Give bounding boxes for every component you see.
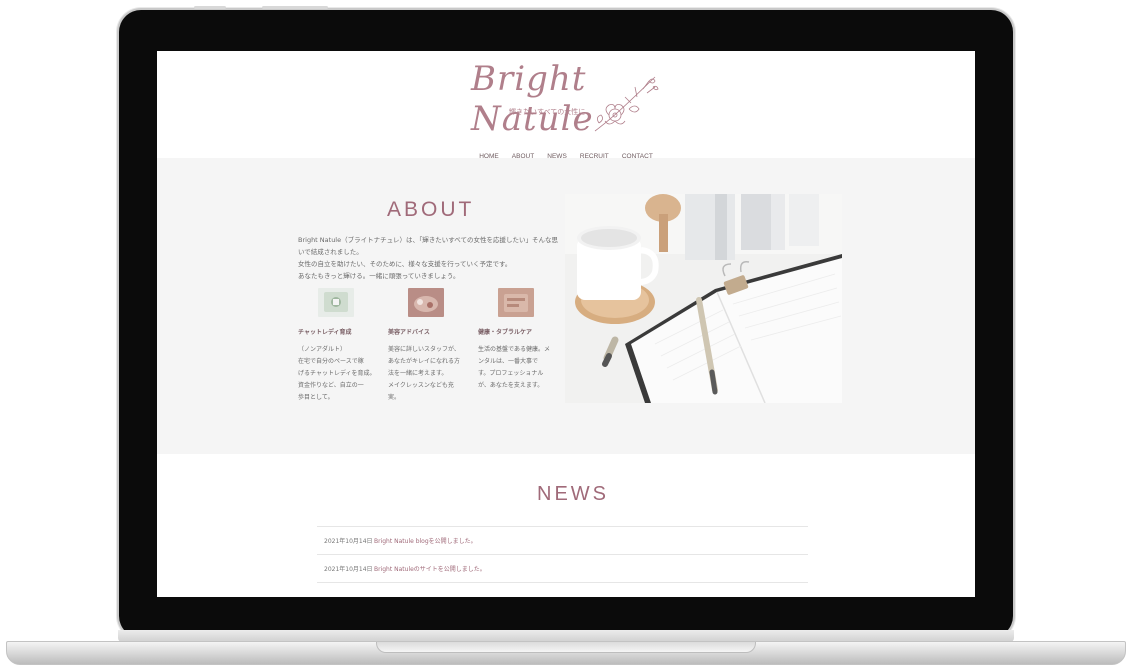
about-description-line: いで結成されました。 <box>298 248 363 256</box>
about-description-line: Bright Natule（ブライトナチュレ）は、「輝きたいすべての女性を応援し… <box>298 236 559 244</box>
feature-body-line: 資金作りなど、自立の一 <box>298 382 364 389</box>
about-description: Bright Natule（ブライトナチュレ）は、「輝きたいすべての女性を応援し… <box>298 234 559 282</box>
feature-body-line: 在宅で自分のペースで稼 <box>298 358 364 365</box>
feature-body-line: メイクレッスンなども充 <box>388 382 454 389</box>
news-link[interactable]: Bright Natuleのサイトを公開しました。 <box>374 564 486 573</box>
health-care-image <box>498 288 534 317</box>
news-item[interactable]: 2021年10月14日 Bright Natule blogを公開しました。 <box>317 526 808 554</box>
feature-body-line: ンタルは、一番大事で <box>478 358 539 365</box>
about-description-line: 女性の自立を助けたい、そのために、様々な支援を行っていく予定です。 <box>298 260 512 268</box>
flower-icon <box>594 76 659 132</box>
news-date: 2021年10月14日 <box>324 538 373 545</box>
news-list: 2021年10月14日 Bright Natule blogを公開しました。 2… <box>317 526 808 583</box>
about-desk-photo <box>565 194 842 403</box>
news-link[interactable]: Bright Natule blogを公開しました。 <box>374 536 477 545</box>
feature-body: 生活の基盤である健康。メ ンタルは、一番大事で す。プロフェッショナル が、あな… <box>478 344 550 392</box>
site-logo[interactable]: Bright Natule 輝きたいすべての女性に <box>457 59 677 139</box>
website-screen: Bright Natule 輝きたいすべての女性に HOME ABOUT NEW… <box>157 51 975 597</box>
chat-lady-image <box>318 288 354 317</box>
news-date: 2021年10月14日 <box>324 566 373 573</box>
feature-body-line: げるチャットレディを育成。 <box>298 370 376 377</box>
news-item[interactable]: 2021年10月14日 Bright Natuleのサイトを公開しました。 <box>317 554 808 583</box>
about-title: ABOUT <box>387 198 475 221</box>
feature-body-line: 美容に詳しいスタッフが、 <box>388 346 460 353</box>
feature-body-line: 歩目として。 <box>298 394 334 401</box>
feature-health-care: 健康・タブラルケア 生活の基盤である健康。メ ンタルは、一番大事で す。プロフェ… <box>478 288 550 392</box>
feature-body-line: す。プロフェッショナル <box>478 370 544 377</box>
logo-tagline: 輝きたいすべての女性に <box>509 108 586 116</box>
laptop-base-notch <box>376 642 756 653</box>
laptop-edge-detail <box>262 6 328 9</box>
feature-body-line: 実。 <box>388 394 401 401</box>
feature-body-line: あなたがキレイになれる方 <box>388 358 461 365</box>
about-section: ABOUT Bright Natule（ブライトナチュレ）は、「輝きたいすべての… <box>157 158 975 454</box>
feature-body-line: 生活の基盤である健康。メ <box>478 346 550 353</box>
feature-chat-lady: チャットレディ育成 （ノンアダルト） 在宅で自分のペースで稼 げるチャットレディ… <box>298 288 376 404</box>
feature-body-line: （ノンアダルト） <box>298 346 347 353</box>
feature-body-line: 法を一緒に考えます。 <box>388 370 448 377</box>
laptop-edge-detail <box>194 6 226 9</box>
beauty-advice-image <box>408 288 444 317</box>
feature-title: チャットレディ育成 <box>298 329 352 336</box>
about-description-line: あなたもきっと輝ける。一緒に頑張っていきましょう。 <box>298 272 460 280</box>
feature-body: 美容に詳しいスタッフが、 あなたがキレイになれる方 法を一緒に考えます。 メイク… <box>388 344 460 404</box>
feature-beauty-advice: 美容アドバイス 美容に詳しいスタッフが、 あなたがキレイになれる方 法を一緒に考… <box>388 288 460 404</box>
feature-body: （ノンアダルト） 在宅で自分のペースで稼 げるチャットレディを育成。 資金作りな… <box>298 344 376 404</box>
feature-title: 健康・タブラルケア <box>478 329 533 336</box>
news-title: NEWS <box>537 483 609 505</box>
feature-title: 美容アドバイス <box>388 329 430 336</box>
feature-body-line: が、あなたを支えます。 <box>478 382 544 389</box>
